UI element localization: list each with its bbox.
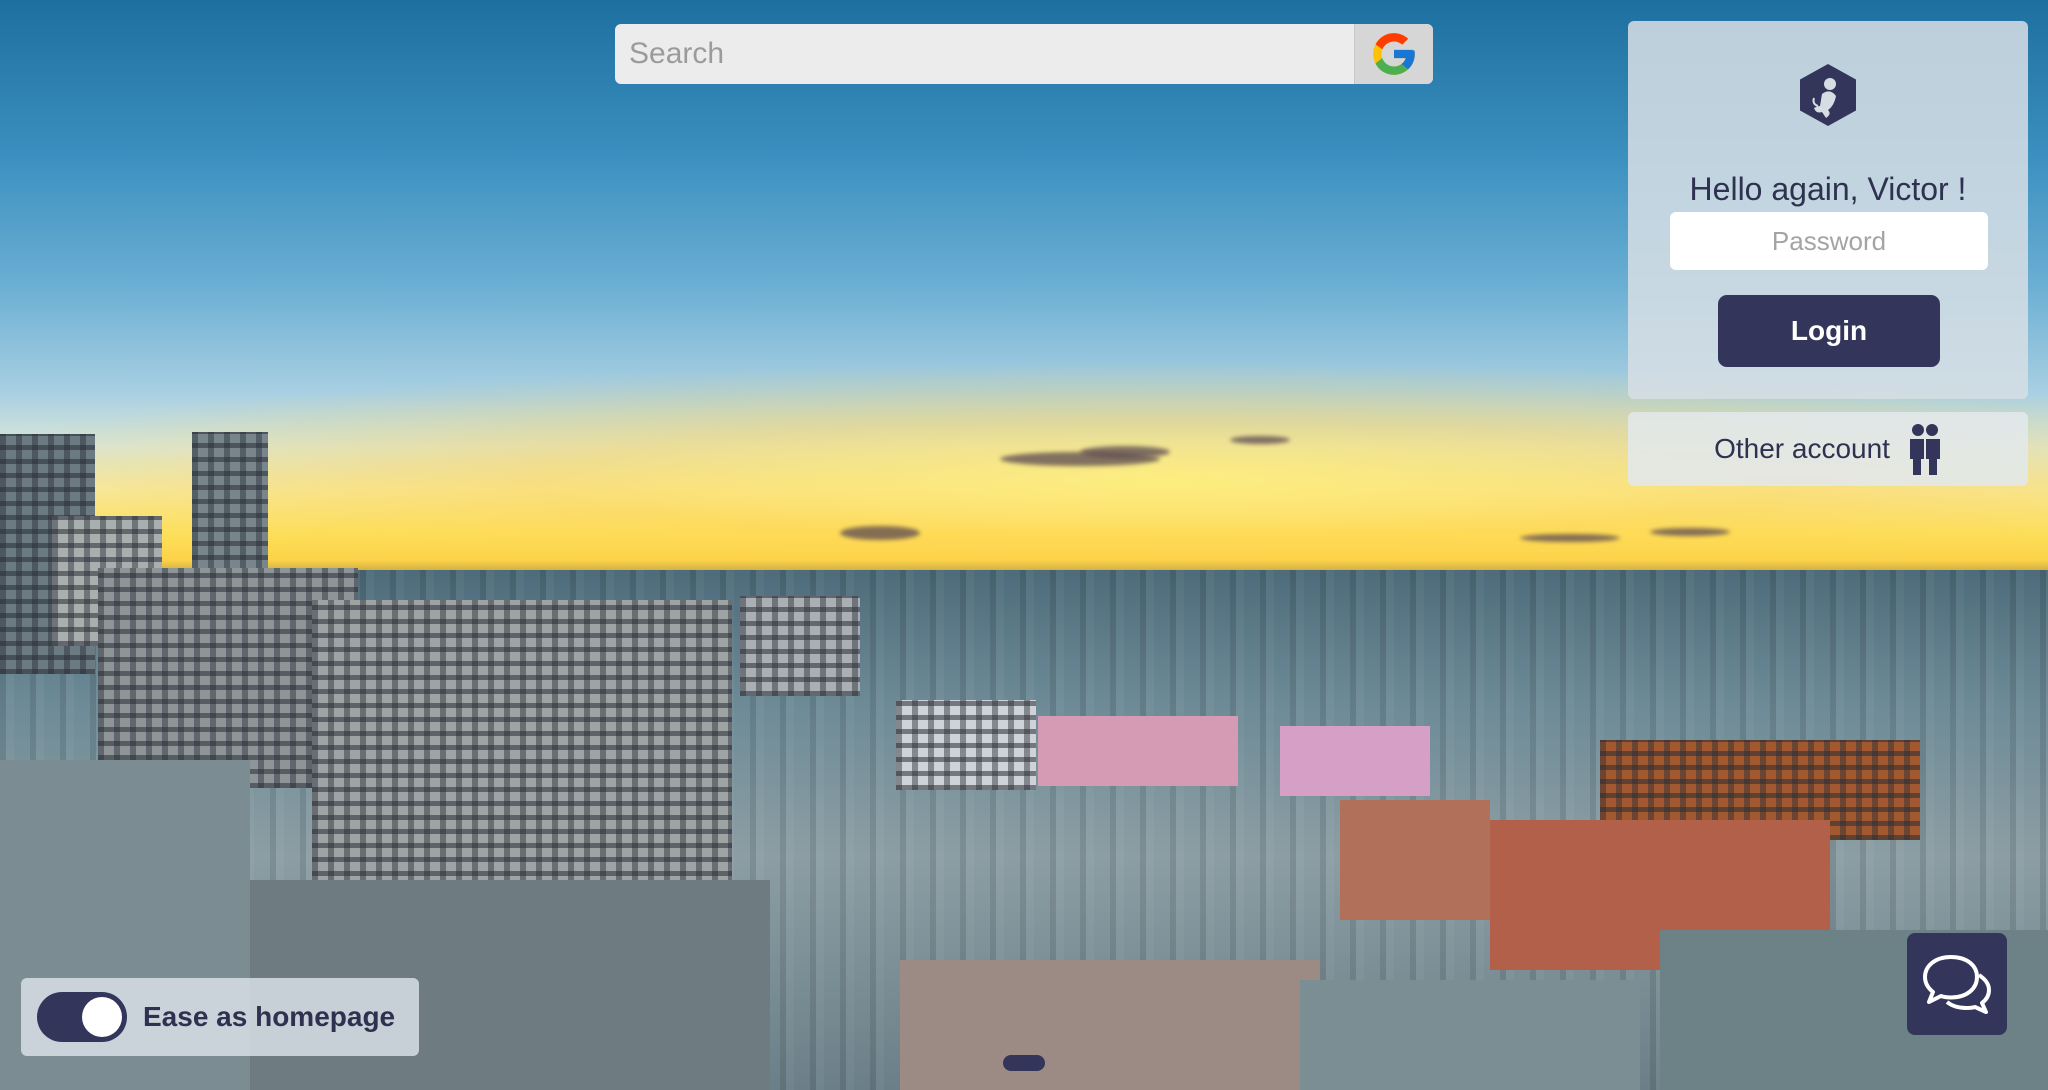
- cloud: [1650, 528, 1730, 536]
- login-card: Hello again, Victor ! Login: [1628, 21, 2028, 399]
- password-field[interactable]: [1670, 212, 1988, 270]
- building: [896, 700, 1036, 790]
- search-input[interactable]: [615, 24, 1354, 84]
- search-bar: [615, 24, 1433, 84]
- login-button[interactable]: Login: [1718, 295, 1940, 367]
- building: [1340, 800, 1490, 920]
- building: [900, 960, 1320, 1090]
- chat-bubbles-icon: [1923, 955, 1991, 1014]
- toggle-knob: [82, 997, 122, 1037]
- cloud: [1080, 446, 1170, 458]
- two-people-icon: [1909, 424, 1940, 475]
- building: [1280, 726, 1430, 796]
- homepage-toggle-panel: Ease as homepage: [21, 978, 419, 1056]
- building: [312, 600, 732, 890]
- google-search-button[interactable]: [1354, 24, 1433, 84]
- other-account-label: Other account: [1714, 433, 1890, 464]
- building: [1300, 980, 1640, 1090]
- building: [740, 596, 860, 696]
- cloud: [1230, 436, 1290, 444]
- greeting-text: Hello again, Victor !: [1689, 171, 1967, 207]
- chat-button[interactable]: [1907, 933, 2007, 1035]
- homepage-toggle-label: Ease as homepage: [143, 1001, 396, 1032]
- other-account-button[interactable]: Other account: [1628, 412, 2028, 486]
- cloud: [840, 526, 920, 540]
- monkey-hexagon-icon: [1800, 64, 1856, 126]
- bottom-drag-handle[interactable]: [1003, 1055, 1045, 1071]
- building: [1038, 716, 1238, 786]
- google-g-icon: [1373, 33, 1415, 75]
- cloud: [1520, 534, 1620, 542]
- homepage-toggle[interactable]: [37, 992, 127, 1042]
